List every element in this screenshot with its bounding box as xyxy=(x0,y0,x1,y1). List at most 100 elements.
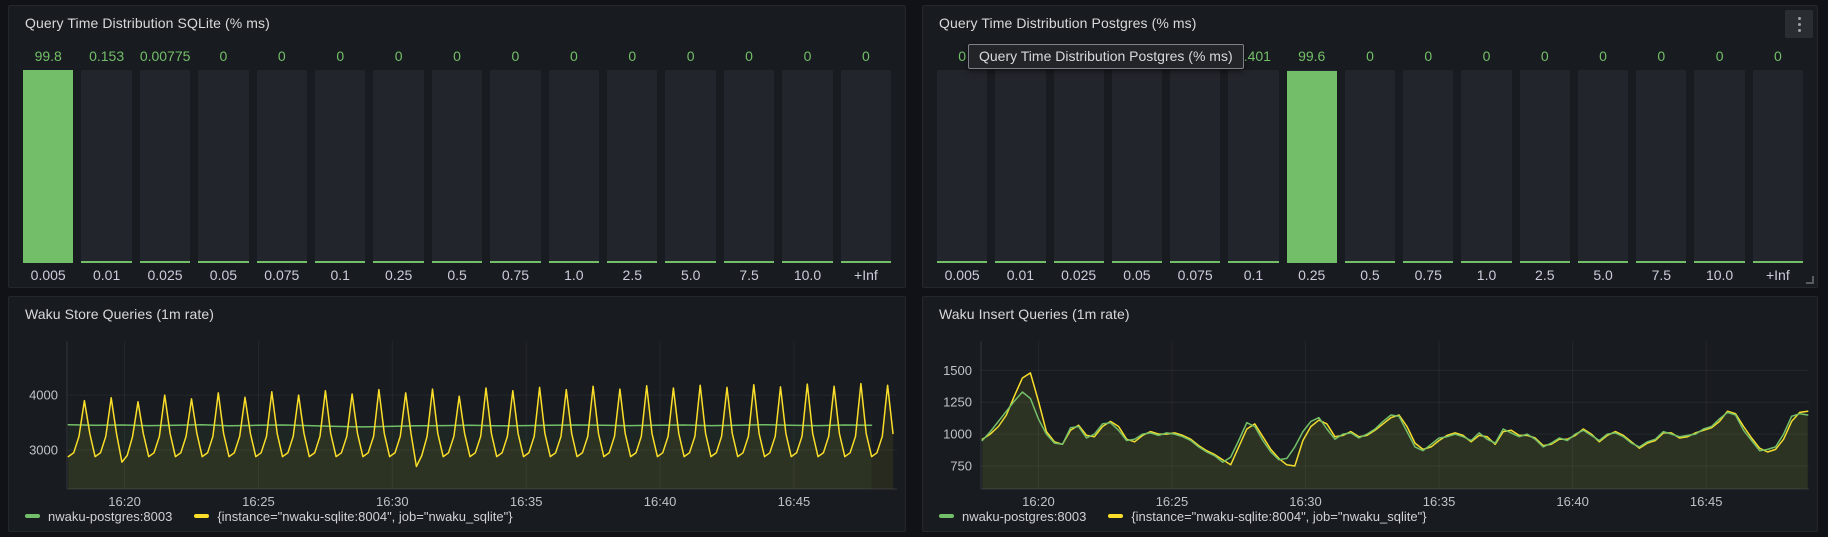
y-tick-label: 1250 xyxy=(943,395,972,410)
bar-track xyxy=(1112,70,1162,263)
bar-track xyxy=(1170,70,1220,263)
histogram-bar-column: 00.75 xyxy=(1403,44,1453,285)
x-tick-label: 16:35 xyxy=(510,494,543,509)
bar-track xyxy=(1753,70,1803,263)
histogram-bar-column: 02.5 xyxy=(1520,44,1570,285)
insert-queries-chart: 75010001250150016:2016:2516:3016:3516:40… xyxy=(923,297,1817,531)
bar-track xyxy=(937,70,987,263)
bucket-label: 10.0 xyxy=(782,263,832,285)
bar-track xyxy=(1403,70,1453,263)
bar-value-label: 0 xyxy=(1578,44,1628,70)
histogram-bar-column: 00.25 xyxy=(373,44,423,285)
panel-resize-handle[interactable] xyxy=(1806,276,1814,284)
histogram-bar-column: 0.007750.025 xyxy=(140,44,190,285)
bar-value-label: 0 xyxy=(549,44,599,70)
histogram-bar-column: 00.5 xyxy=(1345,44,1395,285)
bar-track xyxy=(1054,70,1104,263)
legend-item-sqlite[interactable]: {instance="nwaku-sqlite:8004", job="nwak… xyxy=(194,509,512,524)
histogram-bar-column: 00.01 xyxy=(995,44,1045,285)
legend-item-postgres[interactable]: nwaku-postgres:8003 xyxy=(25,509,172,524)
histogram-bar-column: 00.1 xyxy=(315,44,365,285)
panel-waku-insert-queries: Waku Insert Queries (1m rate) 7501000125… xyxy=(922,296,1818,532)
legend-swatch-yellow xyxy=(1108,514,1123,518)
x-tick-label: 16:40 xyxy=(1556,494,1589,509)
bar-track xyxy=(1228,70,1278,263)
bar-fill xyxy=(23,70,73,263)
panel-title-tooltip: Query Time Distribution Postgres (% ms) xyxy=(968,44,1244,69)
bar-track xyxy=(140,70,190,263)
legend-label[interactable]: {instance="nwaku-sqlite:8004", job="nwak… xyxy=(217,509,512,524)
histogram-bar-column: 00.025 xyxy=(1054,44,1104,285)
bar-value-label: 0 xyxy=(490,44,540,70)
histogram-bar-column: 0 0.075 xyxy=(257,44,307,285)
panel-title-sqlite[interactable]: Query Time Distribution SQLite (% ms) xyxy=(9,6,905,40)
y-tick-label: 1000 xyxy=(943,427,972,442)
bar-value-label: 0 xyxy=(373,44,423,70)
bar-track xyxy=(607,70,657,263)
x-tick-label: 16:40 xyxy=(644,494,677,509)
histogram-bar-column: 0.4010.1 xyxy=(1228,44,1278,285)
x-tick-label: 16:45 xyxy=(1690,494,1723,509)
bucket-label: 0.25 xyxy=(373,263,423,285)
x-tick-label: 16:45 xyxy=(778,494,811,509)
bar-value-label: 0 xyxy=(841,44,891,70)
bucket-label: 0.05 xyxy=(198,263,248,285)
legend-label[interactable]: nwaku-postgres:8003 xyxy=(48,509,172,524)
bar-value-label: 0 xyxy=(257,44,307,70)
bar-track xyxy=(1287,70,1337,263)
bar-gauge-sqlite: 99.80.0050.1530.010.007750.02500.0500.07… xyxy=(9,44,905,287)
bar-track xyxy=(841,70,891,263)
histogram-bar-column: 00.005 xyxy=(937,44,987,285)
bar-track xyxy=(1520,70,1570,263)
bar-track xyxy=(1636,70,1686,263)
kebab-icon xyxy=(1798,17,1801,32)
histogram-bar-column: 00.05 xyxy=(198,44,248,285)
bucket-label: 1.0 xyxy=(1461,263,1511,285)
bar-value-label: 0 xyxy=(1345,44,1395,70)
histogram-bar-column: 99.80.005 xyxy=(23,44,73,285)
bar-track xyxy=(1345,70,1395,263)
panel-waku-store-queries: Waku Store Queries (1m rate) 3000400016:… xyxy=(8,296,906,532)
bucket-label: 2.5 xyxy=(607,263,657,285)
store-queries-chart: 3000400016:2016:2516:3016:3516:4016:45 xyxy=(9,297,905,531)
bucket-label: 0.05 xyxy=(1112,263,1162,285)
histogram-bar-column: 0.1530.01 xyxy=(81,44,131,285)
bucket-label: 7.5 xyxy=(724,263,774,285)
bucket-label: 0.005 xyxy=(937,263,987,285)
histogram-bar-column: 0+Inf xyxy=(841,44,891,285)
legend-item-sqlite[interactable]: {instance="nwaku-sqlite:8004", job="nwak… xyxy=(1108,509,1426,524)
panel-title-postgres[interactable]: Query Time Distribution Postgres (% ms) xyxy=(923,6,1817,40)
histogram-bar-column: 010.0 xyxy=(1694,44,1744,285)
panel-query-time-postgres: Query Time Distribution Postgres (% ms) … xyxy=(922,5,1818,288)
bar-track xyxy=(549,70,599,263)
legend-label[interactable]: {instance="nwaku-sqlite:8004", job="nwak… xyxy=(1131,509,1426,524)
bar-track xyxy=(1461,70,1511,263)
legend-item-postgres[interactable]: nwaku-postgres:8003 xyxy=(939,509,1086,524)
time-series-plot: 3000400016:2016:2516:3016:3516:4016:45 xyxy=(9,297,907,533)
legend-label[interactable]: nwaku-postgres:8003 xyxy=(962,509,1086,524)
bucket-label: 7.5 xyxy=(1636,263,1686,285)
histogram-bar-column: 00.05 xyxy=(1112,44,1162,285)
y-tick-label: 3000 xyxy=(29,443,58,458)
bar-track xyxy=(490,70,540,263)
bucket-label: 0.075 xyxy=(257,263,307,285)
bar-value-label: 0 xyxy=(198,44,248,70)
bar-value-label: 0 xyxy=(1636,44,1686,70)
bucket-label: 0.75 xyxy=(1403,263,1453,285)
histogram-bar-column: 02.5 xyxy=(607,44,657,285)
panel-menu-button[interactable] xyxy=(1785,10,1813,38)
bar-value-label: 0 xyxy=(1403,44,1453,70)
histogram-bar-column: 05.0 xyxy=(1578,44,1628,285)
legend-swatch-yellow xyxy=(194,514,209,518)
bar-value-label: 0 xyxy=(1753,44,1803,70)
legend-swatch-green xyxy=(25,514,40,518)
bucket-label: 0.25 xyxy=(1287,263,1337,285)
bar-value-label: 0 xyxy=(607,44,657,70)
histogram-bar-column: 00.5 xyxy=(432,44,482,285)
bucket-label: 10.0 xyxy=(1694,263,1744,285)
bar-track xyxy=(315,70,365,263)
bar-track xyxy=(995,70,1045,263)
dashboard: Query Time Distribution SQLite (% ms) 99… xyxy=(0,0,1828,537)
bar-value-label: 0 xyxy=(1520,44,1570,70)
bucket-label: +Inf xyxy=(1753,263,1803,285)
